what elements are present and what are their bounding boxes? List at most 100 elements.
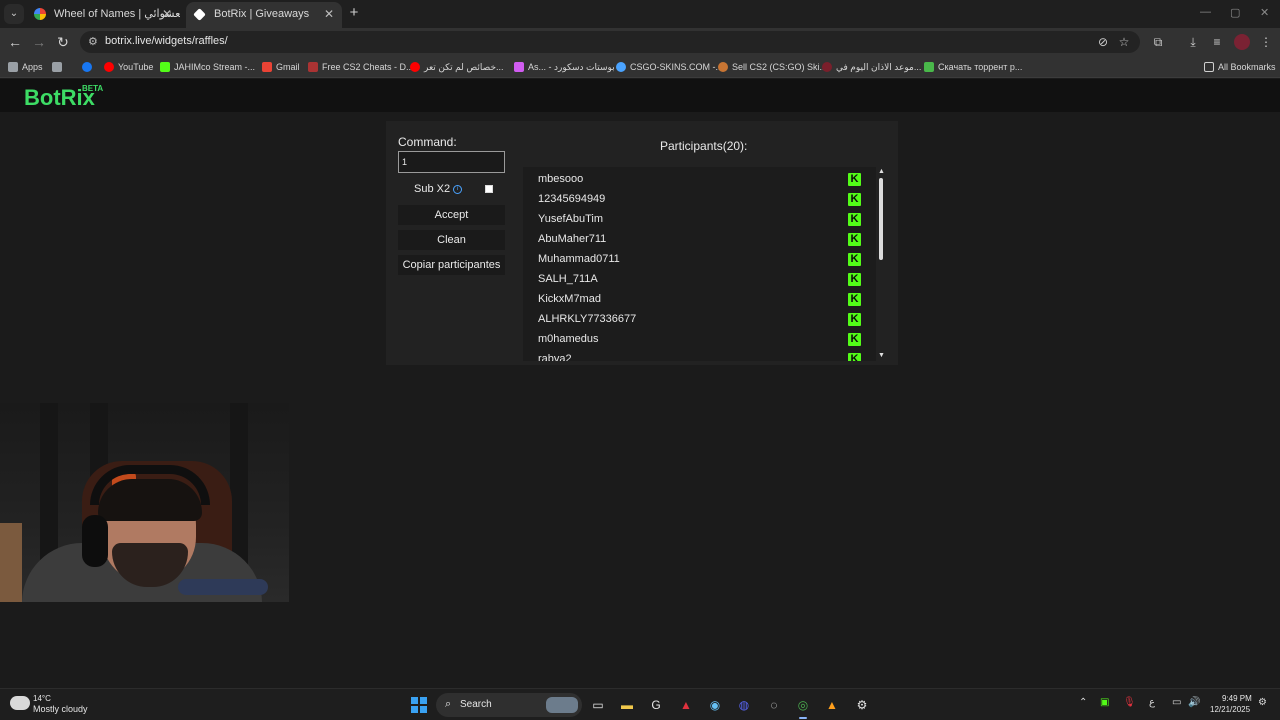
participant-row: AbuMaher711 K	[523, 229, 863, 249]
chrome-icon[interactable]: ◎	[793, 695, 813, 719]
raffle-panel: Command: Sub X2 i Accept Clean Copiar pa…	[386, 121, 898, 365]
botrix-favicon-icon	[193, 8, 206, 21]
tray-chevron-icon[interactable]: ⌃	[1079, 697, 1087, 708]
kick-icon: K	[848, 293, 861, 306]
notification-icon[interactable]: ⚙	[1258, 697, 1267, 708]
bookmark-grid[interactable]	[52, 60, 66, 74]
kick-tray-icon[interactable]: ▣	[1100, 697, 1109, 708]
bookmark-arabic-video[interactable]: خصائص لم تكن تعر...	[410, 60, 504, 74]
copy-participants-button[interactable]: Copiar participantes	[398, 255, 505, 275]
participants-list[interactable]: mbesooo K 12345694949 K YusefAbuTim K AbuMa…	[523, 167, 876, 361]
bookmark-torrent[interactable]: Скачать торрент р...	[924, 60, 1022, 74]
all-bookmarks[interactable]: All Bookmarks	[1204, 60, 1276, 74]
participant-name: KickxM7mad	[538, 293, 601, 305]
prayer-times-icon	[822, 62, 832, 72]
star-icon[interactable]: ☆	[1116, 34, 1132, 50]
minimize-icon[interactable]: —	[1200, 6, 1211, 18]
participant-name: rabya2	[538, 353, 572, 361]
reload-icon[interactable]: ↻	[53, 32, 73, 52]
maximize-icon[interactable]: ▢	[1230, 6, 1240, 19]
clean-button[interactable]: Clean	[398, 230, 505, 250]
tab-search-icon[interactable]: ⌄	[4, 4, 24, 24]
scroll-thumb[interactable]	[879, 178, 883, 260]
bookmark-label: CSGO-SKINS.COM -...	[630, 62, 724, 72]
participant-row: Muhammad0711 K	[523, 249, 863, 269]
network-icon[interactable]: ▭	[1172, 697, 1181, 708]
bookmark-sell-cs2[interactable]: Sell CS2 (CS:GO) Ski...	[718, 60, 827, 74]
csgo-skins-icon	[616, 62, 626, 72]
close-tab-icon[interactable]: ✕	[324, 2, 334, 26]
kick-icon: K	[848, 313, 861, 326]
participant-row: rabya2 K	[523, 349, 863, 361]
tab-botrix-giveaways[interactable]: BotRix | Giveaways ✕	[186, 2, 342, 28]
command-input[interactable]	[398, 151, 505, 173]
bookmarks-bar: Apps YouTube JAHIMco Stream -... Gmail F…	[0, 56, 1280, 78]
volume-icon[interactable]: 🔊	[1188, 697, 1200, 708]
address-bar[interactable]: ⚙ botrix.live/widgets/raffles/	[80, 31, 1140, 53]
steam-icon[interactable]: ◉	[705, 695, 725, 715]
g-app-icon[interactable]: G	[646, 695, 666, 715]
app-badge-icon[interactable]: ◌	[764, 695, 784, 715]
taskbar-search[interactable]: ⌕ Search	[436, 693, 582, 717]
browser-toolbar: ← → ↻ ⚙ botrix.live/widgets/raffles/ ⊘ ☆…	[0, 28, 1280, 56]
vlc-icon[interactable]: ▲	[822, 695, 842, 715]
site-info-icon[interactable]: ⚙	[88, 35, 98, 48]
menu-kebab-icon[interactable]: ⋮	[1258, 34, 1274, 50]
back-icon[interactable]: ←	[5, 32, 25, 52]
scroll-down-icon[interactable]: ▼	[878, 352, 885, 359]
discord-icon[interactable]: ◍	[734, 695, 754, 715]
kick-icon	[160, 62, 170, 72]
bookmark-gmail[interactable]: Gmail	[262, 60, 300, 74]
settings-gear-icon[interactable]: ⚙	[852, 695, 872, 715]
cloud-icon[interactable]	[10, 696, 30, 710]
scroll-up-icon[interactable]: ▲	[878, 168, 885, 175]
kick-icon: K	[848, 333, 861, 346]
kick-icon: K	[848, 213, 861, 226]
media-control-icon[interactable]: ≡	[1209, 34, 1225, 50]
clock-time[interactable]: 9:49 PM	[1222, 694, 1252, 703]
bookmark-prayer-times[interactable]: موعد الاذان اليوم في...	[822, 60, 921, 74]
wheel-favicon-icon	[34, 8, 46, 20]
bookmark-youtube[interactable]: YouTube	[104, 60, 153, 74]
language-indicator[interactable]: ع	[1149, 697, 1155, 708]
extensions-icon[interactable]: ⧉	[1150, 34, 1166, 50]
microphone-icon[interactable]: 🎙	[1123, 697, 1136, 708]
windows-start-icon[interactable]	[411, 697, 427, 713]
bookmark-label: As... - بوستات دسكورد	[528, 62, 615, 72]
info-icon[interactable]: i	[453, 185, 462, 194]
weather-temperature[interactable]: 14°C	[33, 694, 51, 703]
download-icon[interactable]: ⤓	[1185, 34, 1201, 50]
sub-x2-checkbox[interactable]	[485, 185, 493, 193]
new-tab-icon[interactable]: +	[346, 5, 362, 21]
facebook-icon	[82, 62, 92, 72]
bookmark-apps[interactable]: Apps	[8, 60, 43, 74]
bookmark-cs2-cheats[interactable]: Free CS2 Cheats - D...	[308, 60, 414, 74]
bookmark-jahimco[interactable]: JAHIMco Stream -...	[160, 60, 255, 74]
weather-description[interactable]: Mostly cloudy	[33, 704, 88, 714]
bookmark-facebook[interactable]	[82, 60, 96, 74]
tab-wheel-of-names[interactable]: Wheel of Names | اسم العشوائي ✕	[26, 2, 180, 28]
eye-off-icon[interactable]: ⊘	[1095, 34, 1111, 50]
forward-icon[interactable]: →	[29, 32, 49, 52]
bookmark-label: Sell CS2 (CS:GO) Ski...	[732, 62, 828, 72]
task-view-icon[interactable]: ▭	[588, 695, 608, 715]
profile-avatar-icon[interactable]	[1234, 34, 1250, 50]
participant-name: AbuMaher711	[538, 233, 607, 245]
participant-name: SALH_711A	[538, 273, 598, 285]
tab-title: BotRix | Giveaways	[214, 8, 310, 20]
apps-grid-icon	[8, 62, 18, 72]
bookmark-discord-posts[interactable]: As... - بوستات دسكورد	[514, 60, 615, 74]
participant-row: SALH_711A K	[523, 269, 863, 289]
search-icon: ⌕	[445, 698, 452, 710]
youtube-icon	[104, 62, 114, 72]
file-explorer-icon[interactable]: ▬	[617, 695, 637, 715]
search-label: Search	[460, 699, 492, 710]
accept-button[interactable]: Accept	[398, 205, 505, 225]
clock-date[interactable]: 12/21/2025	[1210, 705, 1250, 714]
close-window-icon[interactable]: ✕	[1260, 6, 1269, 19]
close-tab-icon[interactable]: ✕	[162, 2, 172, 26]
bookmark-csgo-skins[interactable]: CSGO-SKINS.COM -...	[616, 60, 723, 74]
red-app-icon[interactable]: ▲	[676, 695, 696, 715]
headphones-icon	[82, 515, 108, 567]
participants-scrollbar[interactable]: ▲ ▼	[876, 167, 886, 361]
